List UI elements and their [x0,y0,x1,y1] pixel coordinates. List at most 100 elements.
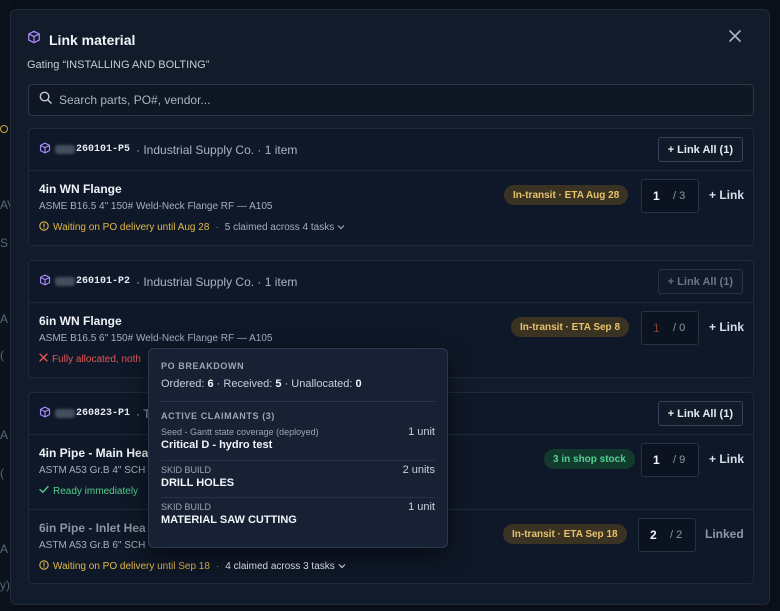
unallocated-count: 0 [355,378,362,390]
quantity-value[interactable]: 1 [653,189,671,203]
background-warning-glyph [0,122,8,136]
vendor-label: · Industrial Supply Co. · 1 item [136,274,298,289]
link-button[interactable]: + Link [709,320,744,334]
quantity-stepper[interactable]: 1 / 9 [641,443,699,477]
link-button[interactable]: + Link [709,452,744,466]
po-number: 260101-P5 [55,144,130,155]
quantity-max: / 2 [670,529,683,541]
search-field[interactable] [28,84,754,116]
po-quantity-summary: Ordered: 6 · Received: 5 · Unallocated: … [161,378,435,390]
background-text: y) [0,578,10,592]
claimant-task: DRILL HOLES [161,477,235,489]
separator: · [215,222,219,233]
quantity-max: / 0 [673,322,686,334]
link-button[interactable]: + Link [709,188,744,202]
item-status: Fully allocated, noth [39,353,141,365]
quantity-value[interactable]: 2 [650,528,668,542]
redacted-prefix [55,409,75,418]
item-name: 6in Pipe - Inlet Hea [39,521,146,535]
status-text: Ready immediately [53,485,139,497]
background-text: ( [0,466,4,480]
linked-label: Linked [705,527,744,541]
redacted-prefix [55,277,75,286]
quantity-value[interactable]: 1 [653,321,671,335]
claimant-row: SKID BUILD DRILL HOLES 2 units [161,460,435,497]
availability-badge: In-transit · ETA Sep 8 [511,317,630,337]
link-all-button[interactable]: + Link All (1) [657,269,743,294]
po-breakdown-popover: PO BREAKDOWN Ordered: 6 · Received: 5 · … [148,348,448,548]
cube-icon [27,30,41,49]
received-label: · Received: [216,378,273,390]
claimant-row: SKID BUILD MATERIAL SAW CUTTING 1 unit [161,497,435,534]
quantity-stepper[interactable]: 1 / 3 [641,179,699,213]
redacted-prefix [55,145,75,154]
info-circle-icon [39,221,49,234]
item-spec: ASTM A53 Gr.B 4" SCH [39,465,146,476]
quantity-value[interactable]: 1 [653,453,671,467]
chevron-down-icon [337,222,345,233]
availability-badge: In-transit · ETA Aug 28 [504,185,629,205]
item-name: 4in Pipe - Main Hea [39,446,149,460]
claimant-task: MATERIAL SAW CUTTING [161,514,297,526]
po-number-suffix: 260101-P5 [76,144,131,155]
quantity-max: / 3 [673,190,686,202]
claimant-task: Critical D - hydro test [161,439,273,451]
item-status: Ready immediately [39,485,138,497]
check-icon [39,485,49,497]
po-number-suffix: 260823-P1 [76,408,131,419]
po-number: 260823-P1 [55,408,130,419]
cube-icon [39,405,51,423]
quantity-max: / 9 [673,454,686,466]
claimant-project: Seed - Gantt state coverage (deployed) [161,427,319,437]
status-text: Fully allocated, noth [52,353,141,365]
background-text: A [0,428,9,442]
unallocated-label: · Unallocated: [284,378,353,390]
dialog-subtitle: Gating “INSTALLING AND BOLTING” [27,59,210,71]
active-claimants-label: ACTIVE CLAIMANTS (3) [161,411,275,421]
item-spec: ASTM A53 Gr.B 6" SCH [39,540,146,551]
item-status: Waiting on PO delivery until Sep 18 · 4 … [39,560,346,573]
separator: · [215,561,220,572]
received-count: 5 [275,378,282,390]
quantity-stepper[interactable]: 1 / 0 [641,311,699,345]
vendor-label: · Industrial Supply Co. · 1 item [136,142,298,157]
status-text: Waiting on PO delivery until Sep 18 [53,561,210,572]
po-group-header: 260101-P5 · Industrial Supply Co. · 1 it… [29,129,753,171]
claimed-text: 4 claimed across 3 tasks [225,561,335,572]
claimed-text: 5 claimed across 4 tasks [224,222,335,233]
po-breakdown-label: PO BREAKDOWN [161,361,245,371]
background-text: A [0,312,9,326]
background-text: A [0,542,9,556]
search-icon [39,91,52,109]
dialog-title: Link material [49,31,136,48]
claimant-project: SKID BUILD [161,502,212,512]
availability-badge: 3 in shop stock [544,449,635,469]
search-input[interactable] [59,93,699,107]
x-icon [39,353,48,365]
background-text: ( [0,348,4,362]
claimant-list: Seed - Gantt state coverage (deployed) C… [161,423,435,534]
link-all-button[interactable]: + Link All (1) [657,401,743,426]
close-icon [729,29,741,47]
ordered-label: Ordered: [161,378,205,390]
availability-badge: In-transit · ETA Sep 18 [503,524,627,544]
close-button[interactable] [725,28,745,48]
material-item: 4in WN Flange ASME B16.5 4" 150# Weld-Ne… [29,171,753,245]
claimed-toggle[interactable]: 5 claimed across 4 tasks [225,222,346,233]
quantity-stepper[interactable]: 2 / 2 [638,518,696,552]
claimant-project: SKID BUILD [161,465,212,475]
link-all-button[interactable]: + Link All (1) [657,137,743,162]
po-group-header: 260101-P2 · Industrial Supply Co. · 1 it… [29,261,753,303]
po-group: 260101-P5 · Industrial Supply Co. · 1 it… [28,128,754,246]
item-name: 6in WN Flange [39,314,122,328]
cube-icon [39,273,51,291]
background-text: S [0,236,9,250]
ordered-count: 6 [207,378,214,390]
dialog-header: Link material Gating “INSTALLING AND BOL… [27,30,209,71]
claimed-toggle[interactable]: 4 claimed across 3 tasks [225,561,346,572]
po-number: 260101-P2 [55,276,130,287]
info-circle-icon [39,560,49,573]
item-spec: ASME B16.5 6" 150# Weld-Neck Flange RF —… [39,333,273,344]
claimant-units: 1 unit [408,426,435,438]
divider [161,401,435,402]
